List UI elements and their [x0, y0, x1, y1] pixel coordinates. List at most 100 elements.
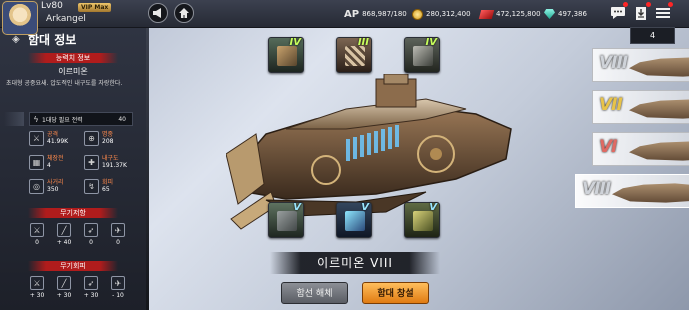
equipment-slot-bottom-3[interactable]: V [404, 202, 440, 238]
target-icon: ⊕ [84, 131, 99, 146]
stat-attack: ⚔ 공격 41.99K [29, 131, 68, 146]
stat-range: ◎ 사거리 350 [29, 179, 64, 194]
weapon-evasion-value: + 30 [56, 292, 72, 299]
weapon-resist-value: 0 [35, 239, 39, 246]
weapon-resist-value: 0 [116, 239, 120, 246]
ship-title-bar: 이르미온 VIII [270, 252, 440, 274]
fleet-ship-card-selected[interactable]: VIII [575, 174, 689, 208]
armor-equipment-icon [345, 46, 365, 66]
top-bar: Lv80 VIP Max Arkangel AP 868,987/180 280… [0, 0, 689, 35]
chat-notification-dot [623, 2, 628, 7]
equipment-slot-top-3[interactable]: IV [404, 37, 440, 73]
ruby-icon [478, 9, 495, 19]
stat-durability: ✚ 내구도 191.37K [84, 155, 127, 170]
stat-value: 65 [102, 186, 110, 193]
weapon-resist-value: 0 [89, 239, 93, 246]
slot-grade: V [293, 202, 301, 213]
sword-icon: ⚔ [30, 223, 44, 237]
ap-label: AP [344, 8, 360, 20]
stat-label: 사거리 [47, 179, 64, 186]
cannon-icon: ╱ [57, 276, 71, 290]
stat-value: 4 [47, 162, 51, 169]
menu-button[interactable] [653, 2, 673, 23]
equipment-slot-top-2[interactable]: III [336, 37, 372, 73]
equipment-slot-bottom-2[interactable]: V [336, 202, 372, 238]
ship-info-panel: ◈ 함대 정보 능력치 정보 이르미온 초대형 공중요새. 압도적인 내구도를 … [0, 28, 149, 310]
menu-notification-dot [668, 2, 673, 7]
ship-grade: VIII [599, 53, 628, 73]
fleet-ship-card[interactable]: VII [592, 90, 689, 124]
sword-icon: ⚔ [30, 276, 44, 290]
required-power-box: ϟ 1대당 필요 전력 40 [29, 112, 133, 126]
weapon-evasion-value: + 30 [83, 292, 99, 299]
stat-label: 명중 [102, 131, 114, 138]
create-fleet-button[interactable]: 함대 창설 [362, 282, 429, 304]
equipment-slot-bottom-1[interactable]: V [268, 202, 304, 238]
attack-icon: ⚔ [29, 131, 44, 146]
ship-thumbnail [612, 183, 689, 203]
cannon-equipment-icon [277, 46, 297, 66]
stat-label: 공격 [47, 131, 59, 138]
inbox-button[interactable] [631, 2, 651, 23]
slot-grade: V [361, 202, 369, 213]
player-level: Lv80 [41, 1, 63, 11]
weapon-resist-header: 무기저항 [28, 208, 118, 218]
ship-grade: VI [599, 137, 618, 157]
dismantle-ship-button[interactable]: 함선 해체 [281, 282, 348, 304]
gem-value: 497,386 [558, 10, 587, 18]
stat-label: 내구도 [102, 155, 119, 162]
stat-value: 350 [47, 186, 59, 193]
diamond-bullet-icon: ◈ [12, 33, 20, 45]
weapon-resist-aircraft: ✈ 0 [107, 223, 129, 246]
weapon-evasion-value: + 30 [29, 292, 45, 299]
gold-resource[interactable]: 280,312,400 [412, 0, 471, 28]
weapon-resist-cannon: ╱ + 40 [53, 223, 75, 246]
chat-button[interactable] [608, 2, 628, 23]
avatar[interactable] [2, 1, 38, 35]
ship-thumbnail [629, 57, 689, 77]
stat-value: 41.99K [47, 138, 69, 145]
stat-accuracy: ⊕ 명중 208 [84, 131, 113, 146]
gold-coin-icon [412, 8, 423, 20]
weapon-resist-row: ⚔ 0 ╱ + 40 ➶ 0 ✈ 0 [26, 223, 134, 246]
announcement-button[interactable] [148, 3, 168, 23]
ap-resource[interactable]: AP 868,987/180 [344, 0, 407, 28]
fleet-ship-card[interactable]: VIII [592, 48, 689, 82]
weapon-evasion-missile: ➶ + 30 [80, 276, 102, 299]
gem-resource[interactable]: 497,386 [544, 0, 587, 28]
hamburger-menu-icon [656, 8, 670, 18]
ap-value: 868,987/180 [362, 10, 407, 18]
required-power-value: 40 [118, 115, 126, 123]
cannon-icon: ╱ [57, 223, 71, 237]
required-power-label: 1대당 필요 전력 [42, 116, 83, 124]
slot-grade: IV [289, 37, 301, 48]
inbox-icon [636, 6, 646, 20]
gatling-equipment-icon [413, 46, 433, 66]
player-name: Arkangel [46, 14, 86, 24]
missile-icon: ➶ [84, 223, 98, 237]
weapon-evasion-value: - 10 [112, 292, 124, 299]
durability-icon: ✚ [84, 155, 99, 170]
ship-thumbnail [629, 99, 689, 119]
reload-icon: ▦ [29, 155, 44, 170]
stat-reload: ▦ 체장전 4 [29, 155, 64, 170]
weapon-evasion-row: ⚔ + 30 ╱ + 30 ➶ + 30 ✈ - 10 [26, 276, 134, 299]
weapon-evasion-sword: ⚔ + 30 [26, 276, 48, 299]
weapon-resist-missile: ➶ 0 [80, 223, 102, 246]
weapon-evasion-aircraft: ✈ - 10 [107, 276, 129, 299]
equipment-slot-top-1[interactable]: IV [268, 37, 304, 73]
fleet-ship-card[interactable]: VI [592, 132, 689, 166]
inbox-notification-dot [646, 2, 651, 7]
stat-value: 191.37K [102, 162, 127, 169]
weapon-resist-value: + 40 [56, 239, 72, 246]
weapon-evasion-header: 무기회피 [28, 261, 118, 271]
home-button[interactable] [174, 3, 194, 23]
ship-thumbnail [629, 141, 689, 161]
ruby-resource[interactable]: 472,125,800 [478, 0, 541, 28]
gem-icon [544, 9, 555, 19]
ability-header: 능력치 정보 [28, 53, 118, 63]
evasion-icon: ↯ [84, 179, 99, 194]
stat-label: 회피 [102, 179, 114, 186]
ship-grade: VII [599, 95, 623, 115]
ship-description: 초대형 공중요새. 압도적인 내구도를 자랑한다. [6, 80, 123, 87]
